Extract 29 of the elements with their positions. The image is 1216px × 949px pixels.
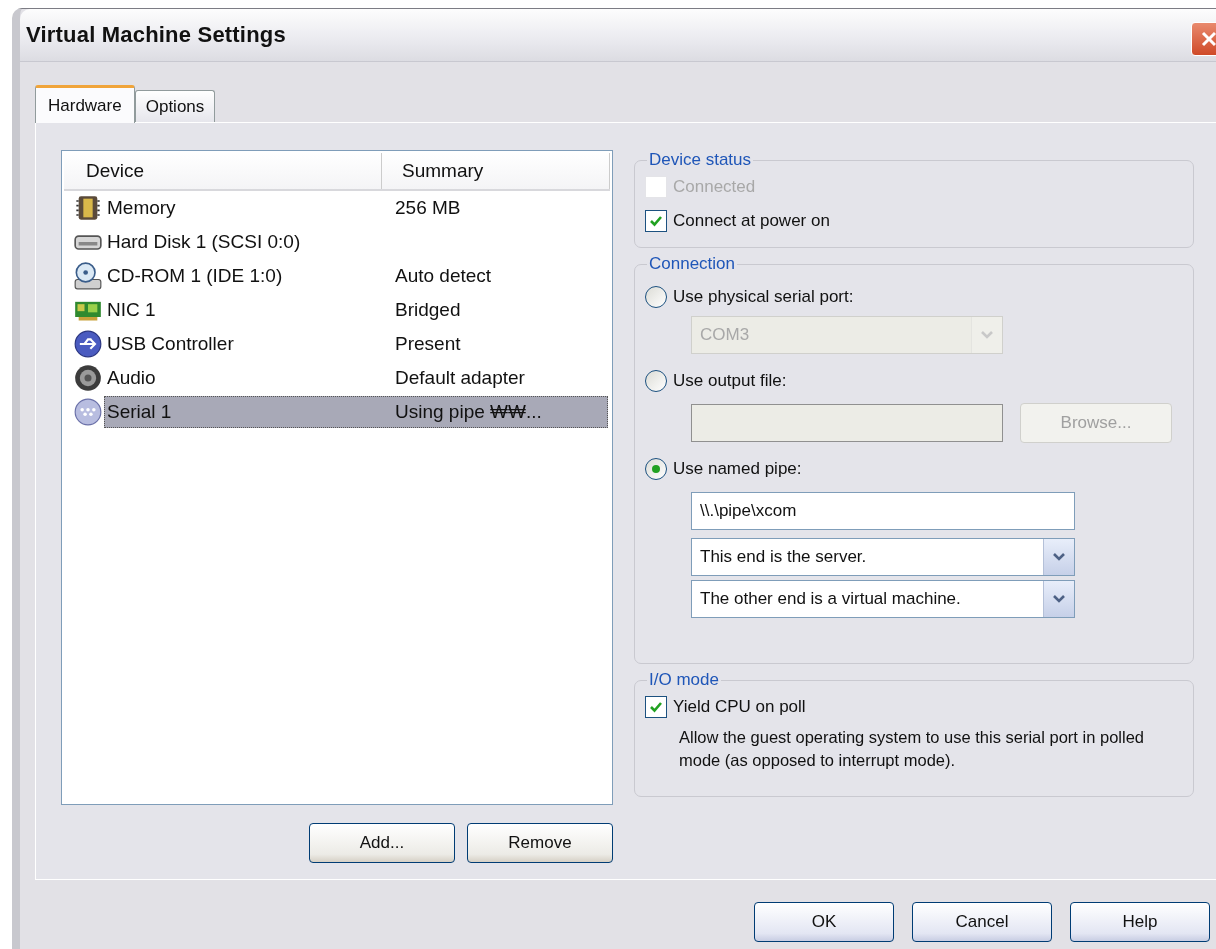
checkbox-label[interactable]: Connect at power on bbox=[673, 211, 830, 231]
checkbox-label[interactable]: Yield CPU on poll bbox=[673, 697, 806, 717]
column-header[interactable]: Summary bbox=[382, 153, 610, 189]
device-row[interactable]: Memory 256 MB bbox=[104, 192, 608, 224]
pipe-name-field[interactable]: \\.\pipe\xcom bbox=[691, 492, 1075, 530]
group-title: Connection bbox=[648, 254, 736, 274]
dialog-button[interactable]: OK bbox=[754, 902, 894, 942]
window-title: Virtual Machine Settings bbox=[25, 22, 286, 48]
dropdown[interactable]: This end is the server. bbox=[691, 538, 1075, 576]
tab[interactable]: Options bbox=[134, 90, 216, 122]
dropdown[interactable]: The other end is a virtual machine. bbox=[691, 580, 1075, 618]
group-title: I/O mode bbox=[648, 670, 720, 690]
device-row[interactable]: Serial 1 Using pipe ₩₩... bbox=[104, 396, 608, 428]
device-row[interactable]: USB Controller Present bbox=[104, 328, 608, 360]
device-row[interactable]: CD-ROM 1 (IDE 1:0) Auto detect bbox=[104, 260, 608, 292]
radio-label[interactable]: Use named pipe: bbox=[673, 459, 802, 479]
column-header[interactable]: Device bbox=[64, 153, 382, 189]
dialog-button[interactable]: Help bbox=[1070, 902, 1210, 942]
description-text: Allow the guest operating system to use this serial port in polled mode (as opposed to interrupt mode). bbox=[679, 727, 1145, 772]
device-row[interactable]: NIC 1 Bridged bbox=[104, 294, 608, 326]
radio-label[interactable]: Use output file: bbox=[673, 371, 787, 391]
group-title: Device status bbox=[648, 150, 753, 170]
dialog-button[interactable]: Remove bbox=[467, 823, 613, 863]
device-row[interactable]: Audio Default adapter bbox=[104, 362, 608, 394]
tab[interactable]: Hardware bbox=[35, 85, 135, 123]
dialog-button[interactable]: Add... bbox=[309, 823, 455, 863]
device-row[interactable]: Hard Disk 1 (SCSI 0:0) bbox=[104, 226, 608, 258]
dialog-button[interactable]: Cancel bbox=[912, 902, 1052, 942]
radio-label[interactable]: Use physical serial port: bbox=[673, 287, 854, 307]
